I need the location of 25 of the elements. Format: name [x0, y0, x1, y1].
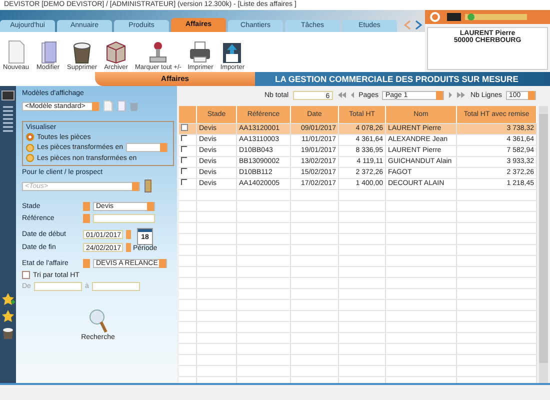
- row-checkbox[interactable]: [181, 179, 187, 185]
- radio-button[interactable]: [26, 154, 34, 162]
- star-plus-icon[interactable]: [1, 292, 15, 306]
- next-last-icon[interactable]: [448, 91, 466, 99]
- row-checkbox[interactable]: [181, 157, 187, 163]
- row-checkbox[interactable]: [181, 168, 187, 174]
- row-checkbox[interactable]: [181, 124, 188, 131]
- radio-button[interactable]: [26, 144, 34, 152]
- to-field[interactable]: [92, 282, 140, 291]
- document-list-icon[interactable]: [1, 105, 15, 135]
- checkbox[interactable]: [22, 271, 30, 279]
- star-icon[interactable]: [1, 309, 15, 323]
- reference-field[interactable]: [93, 214, 155, 223]
- screen-icon[interactable]: [1, 90, 15, 102]
- first-previous-icon[interactable]: [336, 91, 355, 99]
- scrollbar[interactable]: [539, 106, 548, 383]
- basket-icon[interactable]: [1, 326, 15, 340]
- dropdown[interactable]: [126, 143, 168, 152]
- from-field[interactable]: [34, 282, 82, 291]
- search-icon[interactable]: [88, 308, 108, 334]
- row-checkbox[interactable]: [181, 135, 187, 141]
- row-checkbox[interactable]: [181, 146, 187, 152]
- banner-title: LA GESTION COMMERCIALE DES PRODUITS SUR MESURE: [255, 72, 550, 86]
- book-icon[interactable]: [143, 179, 153, 193]
- radio-button[interactable]: [26, 133, 34, 141]
